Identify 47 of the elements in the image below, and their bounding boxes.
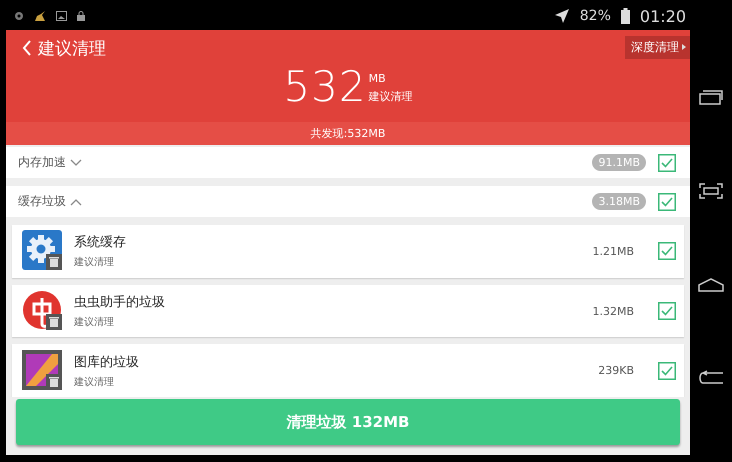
image-icon bbox=[56, 11, 67, 21]
chevron-down-icon[interactable] bbox=[70, 158, 82, 166]
item-subtitle: 建议清理 bbox=[74, 316, 115, 329]
junk-amount: 532 bbox=[283, 66, 367, 108]
battery-percent: 82% bbox=[580, 8, 611, 24]
home-icon[interactable] bbox=[698, 278, 724, 292]
found-summary: 共发现:532MB bbox=[6, 122, 690, 145]
group-label: 内存加速 bbox=[18, 154, 66, 171]
group-label: 缓存垃圾 bbox=[18, 193, 66, 210]
chevron-up-icon[interactable] bbox=[70, 198, 82, 206]
item-subtitle: 建议清理 bbox=[74, 256, 115, 270]
amount-unit: MB bbox=[368, 72, 387, 85]
group-checkbox[interactable] bbox=[658, 154, 676, 172]
group-header[interactable]: 内存加速 91.1MB bbox=[6, 147, 690, 178]
junk-item-card[interactable]: 系统缓存 建议清理 1.21MB bbox=[12, 225, 684, 278]
gear-icon bbox=[22, 230, 64, 272]
item-size: 1.21MB bbox=[592, 244, 634, 258]
deep-clean-button[interactable]: 深度清理 bbox=[625, 36, 690, 58]
screenshot-icon[interactable] bbox=[699, 183, 723, 200]
item-name: 系统缓存 bbox=[74, 234, 127, 252]
item-name: 虫虫助手的垃圾 bbox=[74, 294, 166, 311]
back-icon[interactable] bbox=[698, 370, 724, 386]
settings-icon bbox=[14, 11, 24, 21]
size-badge: 3.18MB bbox=[592, 193, 646, 210]
item-size: 239KB bbox=[598, 364, 634, 378]
broom-icon bbox=[34, 10, 46, 22]
app-icon bbox=[22, 290, 64, 332]
recent-apps-icon[interactable] bbox=[699, 89, 723, 106]
size-badge: 91.1MB bbox=[592, 154, 646, 171]
junk-item-card[interactable]: 图库的垃圾 建议清理 239KB bbox=[12, 344, 684, 397]
clock: 01:20 bbox=[640, 6, 686, 26]
item-checkbox[interactable] bbox=[658, 362, 676, 380]
junk-item-card[interactable]: 虫虫助手的垃圾 建议清理 1.32MB bbox=[12, 284, 684, 338]
item-name: 图库的垃圾 bbox=[74, 354, 140, 371]
page-title: 建议清理 bbox=[38, 38, 106, 60]
item-subtitle: 建议清理 bbox=[74, 376, 115, 389]
group-checkbox[interactable] bbox=[658, 192, 676, 210]
gallery-icon bbox=[22, 350, 64, 392]
group-header[interactable]: 缓存垃圾 3.18MB bbox=[6, 186, 690, 217]
airplane-icon bbox=[554, 8, 570, 24]
item-checkbox[interactable] bbox=[658, 302, 676, 320]
battery-icon bbox=[620, 8, 630, 24]
lock-icon bbox=[77, 11, 85, 21]
item-checkbox[interactable] bbox=[658, 242, 676, 260]
item-size: 1.32MB bbox=[592, 304, 634, 318]
caret-icon bbox=[682, 44, 686, 50]
amount-label: 建议清理 bbox=[368, 89, 413, 104]
